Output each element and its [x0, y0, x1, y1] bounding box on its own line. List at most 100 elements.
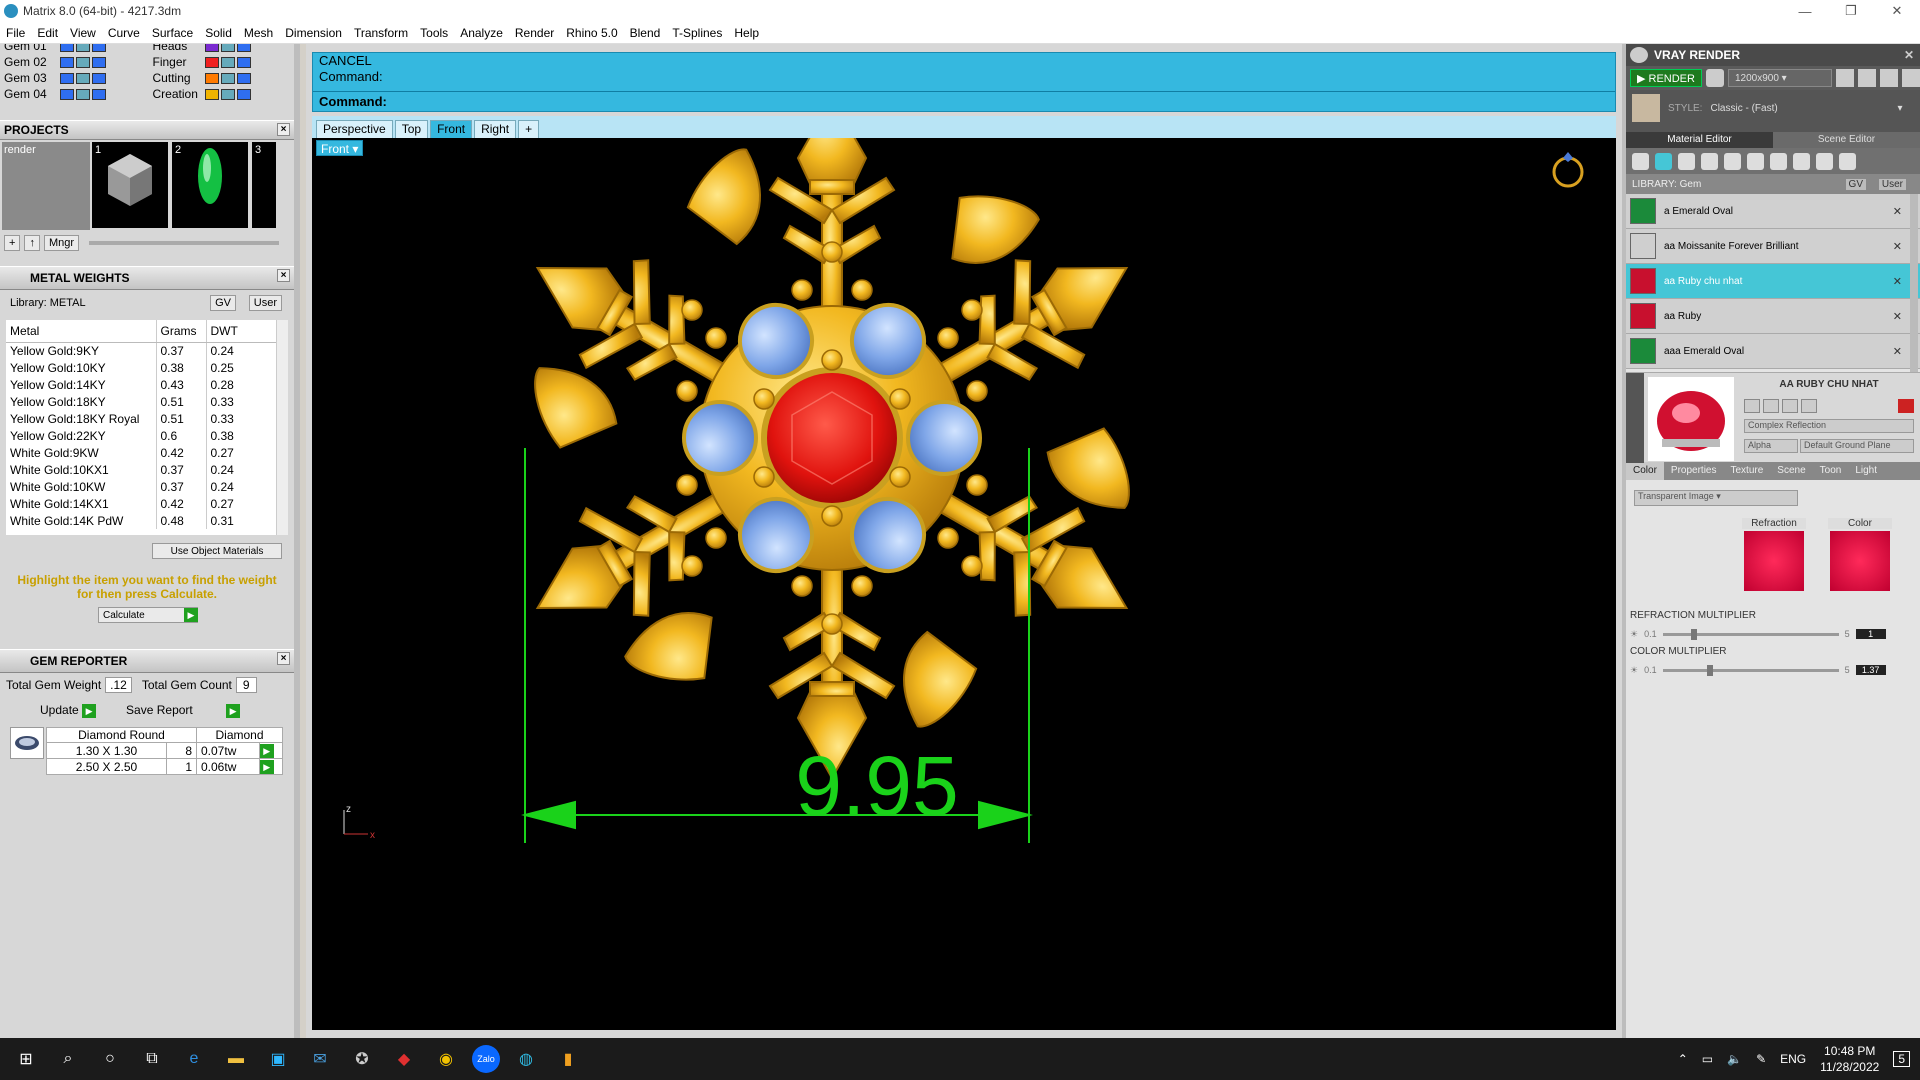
tab-toon[interactable]: Toon	[1813, 462, 1849, 480]
grid-icon[interactable]	[1901, 69, 1920, 87]
tab-material-editor[interactable]: Material Editor	[1626, 132, 1773, 148]
layer-row[interactable]: Gem 02	[0, 54, 145, 70]
reflection-select[interactable]: Complex Reflection	[1744, 419, 1914, 433]
edge-icon[interactable]: e	[178, 1043, 210, 1075]
tab-front[interactable]: Front	[430, 120, 473, 138]
windows-start-icon[interactable]: ⊞	[10, 1043, 42, 1075]
color-multiplier-value[interactable]: 1.37	[1855, 665, 1886, 675]
menu-dimension[interactable]: Dimension	[279, 26, 348, 40]
refraction-slider[interactable]	[1662, 628, 1839, 640]
loader-icon[interactable]: ▮	[552, 1043, 584, 1075]
menu-rhino[interactable]: Rhino 5.0	[560, 26, 623, 40]
add-project-button[interactable]: +	[4, 235, 21, 251]
up-arrow-icon[interactable]: ↑	[24, 235, 40, 251]
menu-edit[interactable]: Edit	[31, 26, 64, 40]
tab-light[interactable]: Light	[1848, 462, 1884, 480]
play-icon[interactable]: ▶	[259, 760, 274, 774]
close-button[interactable]: ✕	[1874, 0, 1920, 22]
network-icon[interactable]: ▭	[1702, 1052, 1713, 1066]
menu-help[interactable]: Help	[728, 26, 765, 40]
layer-row[interactable]: Finger	[145, 54, 294, 70]
pattern-icon[interactable]	[1747, 152, 1764, 170]
file-explorer-icon[interactable]: ▬	[220, 1043, 252, 1075]
texture-icon[interactable]	[1724, 152, 1741, 170]
rhino-icon[interactable]: ◆	[388, 1043, 420, 1075]
wave-icon[interactable]	[1816, 152, 1833, 170]
store-icon[interactable]: ▣	[262, 1043, 294, 1075]
manager-button[interactable]: Mngr	[43, 235, 79, 251]
paste-icon[interactable]	[1782, 399, 1798, 413]
update-button[interactable]: Update ▶	[40, 703, 97, 718]
leaves-icon[interactable]	[1793, 152, 1810, 170]
remove-icon[interactable]: ✕	[1893, 275, 1902, 288]
refraction-swatch[interactable]: Refraction	[1742, 518, 1806, 593]
cortana-icon[interactable]: ○	[94, 1043, 126, 1075]
tab-perspective[interactable]: Perspective	[316, 120, 393, 138]
project-thumb[interactable]: 3	[252, 142, 276, 228]
project-item[interactable]: render	[4, 144, 36, 156]
tab-scene-editor[interactable]: Scene Editor	[1773, 132, 1920, 148]
menu-blend[interactable]: Blend	[624, 26, 667, 40]
refraction-value[interactable]: 1	[1855, 629, 1886, 639]
resolution-select[interactable]: 1200x900 ▾	[1727, 69, 1832, 87]
projects-scrollbar[interactable]	[89, 241, 279, 245]
language-indicator[interactable]: ENG	[1780, 1052, 1806, 1066]
table-row[interactable]: White Gold:14K PdW 0.48 0.31	[6, 512, 278, 529]
tab-texture[interactable]: Texture	[1723, 462, 1770, 480]
tab-scene[interactable]: Scene	[1770, 462, 1812, 480]
material-item[interactable]: aa Moissanite Forever Brilliant ✕	[1626, 229, 1920, 264]
calculate-button[interactable]: Calculate	[98, 607, 198, 623]
matrix-icon[interactable]: ◍	[510, 1043, 542, 1075]
notification-icon[interactable]: 5	[1893, 1051, 1910, 1067]
viewport-front[interactable]: Front ▾ 9.95 z x	[312, 138, 1616, 1030]
table-row[interactable]: White Gold:10KW 0.37 0.24	[6, 478, 278, 495]
table-row[interactable]: Yellow Gold:18KY Royal 0.51 0.33	[6, 410, 278, 427]
user-toggle[interactable]: User	[1878, 178, 1906, 190]
table-row[interactable]: Yellow Gold:10KY 0.38 0.25	[6, 359, 278, 376]
color-swatch[interactable]: Color	[1828, 518, 1892, 593]
column-header-grams[interactable]: Grams	[156, 320, 207, 343]
gv-toggle[interactable]: GV	[210, 295, 236, 311]
gv-toggle[interactable]: GV	[1845, 178, 1866, 190]
maximize-button[interactable]: ❐	[1828, 0, 1874, 22]
metal-scrollbar[interactable]	[276, 320, 288, 535]
frame-icon[interactable]	[1857, 69, 1876, 87]
chevron-up-icon[interactable]: ⌃	[1678, 1052, 1688, 1066]
column-header-metal[interactable]: Metal	[6, 320, 157, 343]
bulb-icon[interactable]	[1839, 152, 1856, 170]
material-scrollbar[interactable]	[1910, 194, 1918, 372]
menu-render[interactable]: Render	[509, 26, 560, 40]
layer-row[interactable]: Cutting	[145, 70, 294, 86]
menu-tsplines[interactable]: T-Splines	[666, 26, 728, 40]
project-thumb[interactable]: 2	[172, 142, 248, 228]
remove-icon[interactable]: ✕	[1893, 205, 1902, 218]
export-icon[interactable]	[1801, 399, 1817, 413]
zalo-icon[interactable]: Zalo	[472, 1045, 500, 1073]
rewind-icon[interactable]	[1835, 69, 1854, 87]
pen-icon[interactable]: ✎	[1756, 1052, 1766, 1066]
layer-row[interactable]: Gem 03	[0, 70, 145, 86]
minimize-button[interactable]: —	[1782, 0, 1828, 22]
layer-row[interactable]: Gem 01	[0, 44, 145, 54]
save-icon[interactable]	[1744, 399, 1760, 413]
mail-icon[interactable]: ✉	[304, 1043, 336, 1075]
tab-color[interactable]: Color	[1626, 462, 1664, 480]
tab-right[interactable]: Right	[474, 120, 517, 138]
table-row[interactable]: Yellow Gold:14KY 0.43 0.28	[6, 376, 278, 393]
menu-analyze[interactable]: Analyze	[454, 26, 509, 40]
sphere-icon[interactable]	[1678, 152, 1695, 170]
menu-solid[interactable]: Solid	[199, 26, 238, 40]
layer-row[interactable]: Heads	[145, 44, 294, 54]
column-header-dwt[interactable]: DWT	[206, 320, 278, 343]
tab-properties[interactable]: Properties	[1664, 462, 1724, 480]
alpha-select[interactable]: Alpha	[1744, 439, 1798, 453]
close-icon[interactable]: ×	[277, 652, 290, 665]
ground-select[interactable]: Default Ground Plane	[1800, 439, 1914, 453]
clock[interactable]: 10:48 PM 11/28/2022	[1820, 1043, 1879, 1075]
render-button[interactable]: ▶ RENDER	[1630, 69, 1702, 87]
material-item[interactable]: a Emerald Oval ✕	[1626, 194, 1920, 229]
user-toggle[interactable]: User	[248, 295, 282, 311]
menu-view[interactable]: View	[64, 26, 102, 40]
task-view-icon[interactable]: ⧉	[136, 1043, 168, 1075]
gem-report-row[interactable]: 2.50 X 2.50 1 0.06tw ▶	[46, 758, 284, 775]
